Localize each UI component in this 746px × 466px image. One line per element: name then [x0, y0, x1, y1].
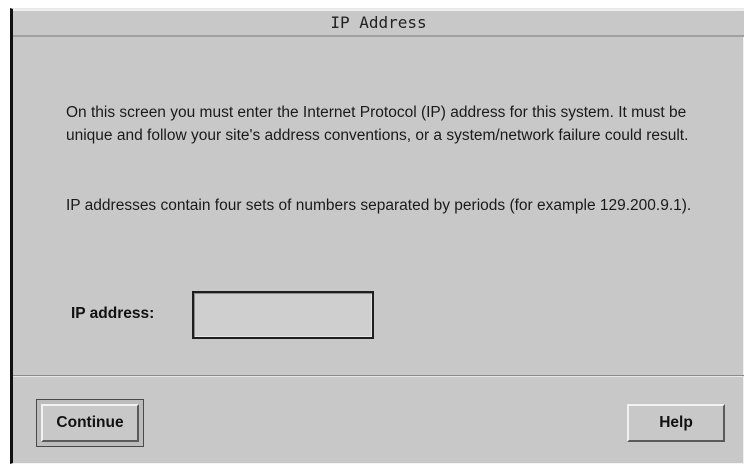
ip-address-window: IP Address On this screen you must enter… — [10, 8, 744, 464]
format-hint-paragraph: IP addresses contain four sets of number… — [66, 197, 692, 214]
window-titlebar[interactable]: IP Address — [13, 9, 744, 37]
instructions-paragraph: On this screen you must enter the Intern… — [66, 104, 689, 144]
titlebar-highlight — [13, 9, 744, 11]
help-button[interactable]: Help — [627, 404, 725, 442]
ip-address-input[interactable] — [192, 291, 374, 339]
continue-button[interactable]: Continue — [41, 404, 139, 442]
dialog-content: On this screen you must enter the Intern… — [13, 37, 744, 377]
window-title: IP Address — [330, 13, 427, 32]
button-separator — [13, 375, 744, 377]
ip-address-label: IP address: — [71, 305, 155, 322]
